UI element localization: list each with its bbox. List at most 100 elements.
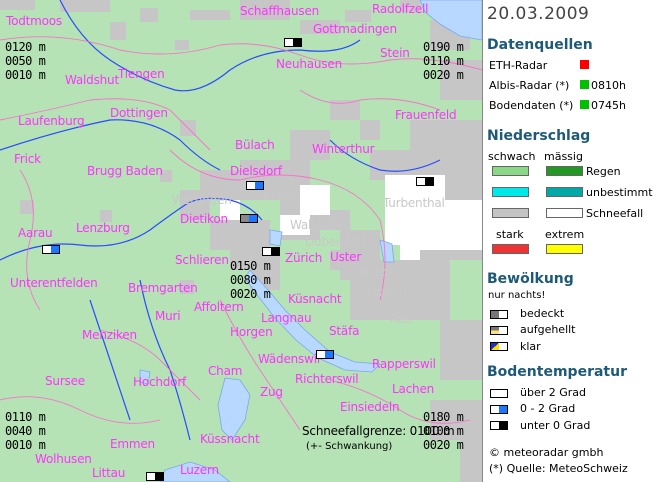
source-boden-time: 0745h [591, 99, 626, 112]
town-label: Tiengen [118, 67, 165, 81]
altitude-block-center: 0150 m 0080 m 0020 m [230, 259, 271, 301]
town-label: Frauenfeld [395, 108, 457, 122]
town-label: Winterthur [312, 142, 375, 156]
town-label: Wolhusen [35, 452, 92, 466]
source-albis-indicator [580, 80, 589, 89]
snowline-value: 0100 m [409, 424, 455, 438]
clear-sky-icon [490, 342, 508, 351]
town-label: Dietikon [180, 212, 228, 226]
station-marker-zurich[interactable] [262, 247, 280, 256]
town-label: Hochdorf [133, 375, 187, 389]
cloud-partly-label: aufgehellt [520, 323, 576, 336]
town-label: Emmen [110, 437, 155, 451]
precip-col-strong: stark [496, 228, 524, 241]
town-label: Sursee [45, 374, 85, 388]
town-label: Stäfa [329, 324, 360, 338]
snowline-label: Schneefallgrenze: 0100 m [302, 424, 455, 438]
temp-above-2-icon [490, 389, 508, 398]
altitude-block-bottom-left: 0110 m 0040 m 0010 m [5, 410, 46, 452]
town-label: Todtmoos [6, 14, 62, 28]
town-label: Lachen [392, 382, 435, 396]
town-label: Cham [208, 364, 243, 378]
town-label: Lenzburg [76, 221, 130, 235]
altitude-block-top-left: 0120 m 0050 m 0010 m [5, 40, 46, 82]
altitude-block-top-right: 0190 m 0110 m 0020 m [423, 40, 464, 82]
station-marker-neuhausen[interactable] [284, 38, 302, 47]
town-label: Dubendorf [305, 235, 367, 249]
town-label: Menziken [82, 328, 137, 342]
cloud-partly-icon [490, 326, 508, 335]
town-label: Unterentfelden [10, 276, 98, 290]
town-label: Küssnacht [200, 432, 260, 446]
town-label: Brugg Baden [87, 164, 163, 178]
town-label: Rüti [390, 312, 413, 326]
town-label: Luzern [180, 463, 219, 477]
precip-col-moderate: mässig [544, 150, 583, 163]
town-label: Muri [155, 309, 181, 323]
town-label: Kloten [263, 188, 301, 202]
temp-above-2-label: über 2 Grad [520, 386, 587, 399]
town-label: Waldshut [65, 73, 119, 87]
precip-strong-swatch [492, 244, 529, 254]
town-label: Laufenburg [18, 114, 85, 128]
town-label: Horgen [230, 325, 273, 339]
town-label: Littau [92, 466, 126, 480]
sources-title: Datenquellen [487, 37, 593, 53]
precip-rain-weak-swatch [492, 166, 529, 176]
precip-snow-weak-swatch [492, 208, 529, 218]
town-label: Dottingen [110, 106, 168, 120]
source-eth-label: ETH-Radar [489, 59, 548, 72]
town-label: Einsiedeln [340, 400, 400, 414]
station-marker-dietikon[interactable] [240, 214, 258, 223]
clear-sky-label: klar [520, 340, 541, 353]
town-label: Gottmadingen [313, 22, 397, 36]
precip-extreme-swatch [546, 244, 583, 254]
station-marker-turbenthal[interactable] [416, 177, 434, 186]
cloud-overcast-icon [490, 310, 508, 319]
town-label: Aarau [18, 226, 53, 240]
source-albis-time: 0810h [591, 79, 626, 92]
cloud-overcast-label: bedeckt [520, 307, 565, 320]
ground-temp-title: Bodentemperatur [487, 364, 627, 380]
source-boden-label: Bodendaten (*) [489, 99, 574, 112]
radar-map[interactable]: Todtmoos Schaffhausen Radolfzell Gottmading… [0, 0, 482, 482]
precip-col-weak: schwach [488, 150, 536, 163]
town-label: Küsnacht [288, 292, 342, 306]
town-label: Rapperswil [372, 357, 436, 371]
town-label: Wädenswil [258, 352, 320, 366]
town-label: Wallisellen [290, 218, 352, 232]
station-marker-aarau[interactable] [42, 245, 60, 254]
temp-0-2-icon [490, 405, 508, 414]
town-label: Stein [380, 46, 410, 60]
town-label: Wettingen [172, 193, 232, 207]
clouds-subtitle: nur nachts! [488, 290, 546, 301]
town-label: Uster [330, 250, 362, 264]
station-marker-kloten[interactable] [246, 181, 264, 190]
station-marker-littau[interactable] [146, 472, 164, 481]
precip-col-extreme: extrem [545, 228, 585, 241]
town-label: Richterswil [295, 372, 359, 386]
precip-undetermined-weak-swatch [492, 187, 529, 197]
clouds-title: Bewölkung [487, 271, 574, 287]
town-label: Wetzikon [357, 265, 410, 279]
town-label: Dielsdorf [230, 164, 282, 178]
precip-rain-label: Regen [586, 165, 621, 178]
town-label: Zug [260, 385, 283, 399]
station-marker-waedenswil[interactable] [316, 350, 334, 359]
town-label: Affoltern [194, 300, 244, 314]
temp-0-2-label: 0 - 2 Grad [520, 402, 576, 415]
town-label: Neuhausen [276, 57, 342, 71]
town-label: Langnau [261, 311, 312, 325]
town-label: Turbenthal [383, 196, 445, 210]
precip-undetermined-label: unbestimmt [586, 186, 653, 199]
precip-title: Niederschlag [487, 128, 591, 144]
town-label: Schaffhausen [240, 4, 320, 18]
precip-snow-label: Schneefall [586, 207, 644, 220]
date-label: 20.03.2009 [487, 4, 590, 24]
precip-rain-moderate-swatch [546, 166, 583, 176]
town-label: Bülach [235, 138, 275, 152]
town-label: Schlieren [175, 253, 229, 267]
credit-meteoradar: © meteoradar gmbh [489, 446, 604, 459]
credit-meteoschweiz: (*) Quelle: MeteoSchweiz [489, 462, 628, 475]
temp-below-0-label: unter 0 Grad [520, 419, 591, 432]
